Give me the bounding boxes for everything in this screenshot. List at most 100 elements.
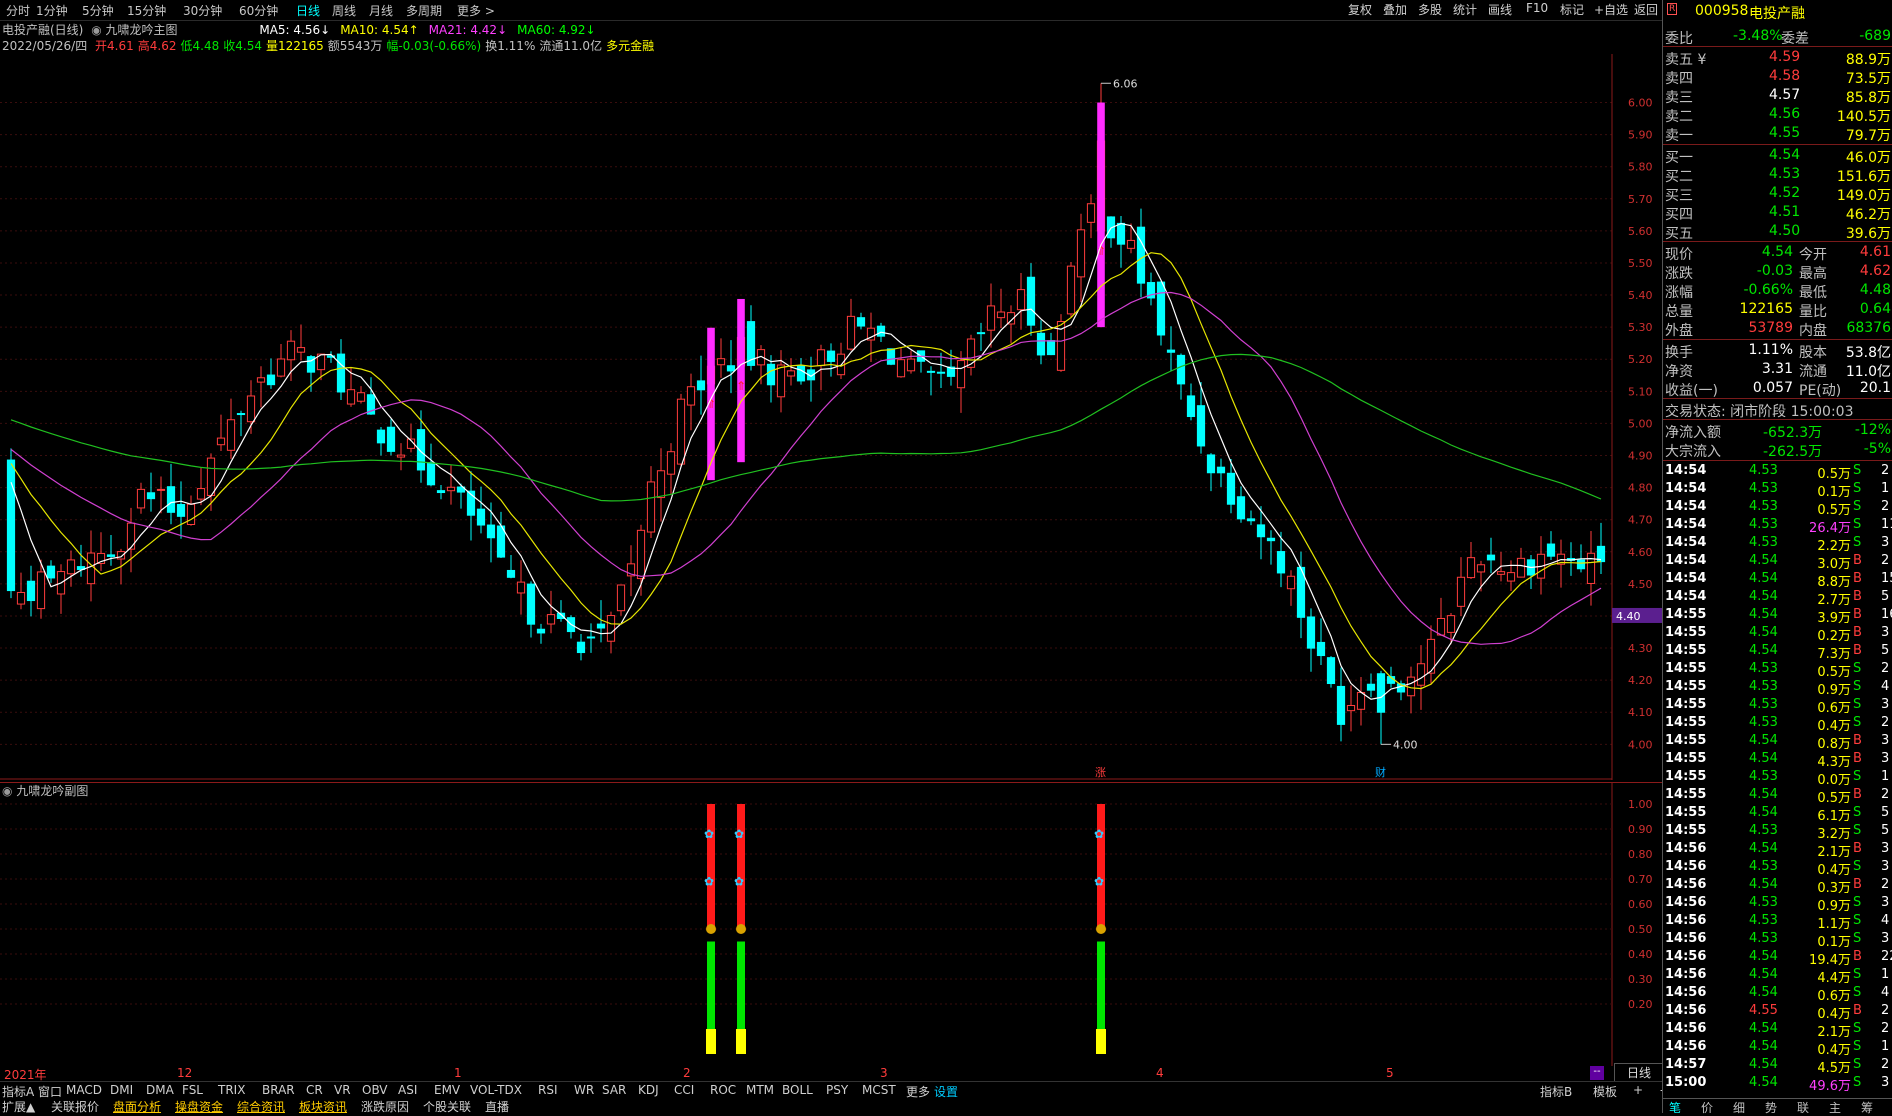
tick-side: S <box>1853 1039 1862 1054</box>
period-tab-30min[interactable]: 30分钟 <box>183 2 222 19</box>
info-link[interactable]: 个股关联 <box>423 1098 471 1115</box>
info-link[interactable]: 扩展▲ <box>2 1098 35 1115</box>
indicator-tab[interactable]: CCI <box>674 1083 694 1097</box>
signal-bar-red <box>1097 804 1105 929</box>
indicator-tab[interactable]: MCST <box>862 1083 896 1097</box>
tick-time: 14:56 <box>1665 931 1707 946</box>
indicator-tab[interactable]: WR <box>574 1083 594 1097</box>
panel-tab[interactable]: 筹 <box>1861 1099 1873 1116</box>
indicator-tab-right[interactable]: + <box>1633 1083 1643 1097</box>
info-link[interactable]: 板块资讯 <box>299 1098 347 1115</box>
tick-side: B <box>1853 607 1862 622</box>
candle-body <box>1176 354 1186 385</box>
quote-stat-row: 涨跌 -0.03 最高 4.62 <box>1663 262 1892 282</box>
sub-indicator-dropdown-icon[interactable]: ◉ <box>2 784 12 798</box>
indicator-tab[interactable]: EMV <box>434 1083 460 1097</box>
candle-body <box>1246 518 1256 522</box>
bid-price: 4.53 <box>1769 166 1801 182</box>
indicator-tab[interactable]: RSI <box>538 1083 558 1097</box>
indicator-tab[interactable]: VR <box>334 1083 351 1097</box>
period-tab-weekly[interactable]: 周线 <box>332 2 356 19</box>
multi-stock-button[interactable]: 多股 <box>1416 1 1444 18</box>
indicator-tab[interactable]: CR <box>306 1083 323 1097</box>
panel-tab[interactable]: 主 <box>1829 1099 1841 1116</box>
indicator-tab[interactable]: OBV <box>362 1083 388 1097</box>
indicator-tab[interactable]: ROC <box>710 1083 736 1097</box>
indicator-tab[interactable]: KDJ <box>638 1083 659 1097</box>
indicator-tab[interactable]: ASI <box>398 1083 417 1097</box>
sub-indicator-chart[interactable]: 1.00 0.90 0.80 0.70 0.60 0.50 0.40 0.30 0.20 ✿ ✿ ✿ ✿… <box>0 782 1662 1066</box>
candle-body <box>506 569 516 578</box>
candle-body <box>1516 557 1526 578</box>
info-link[interactable]: 直播 <box>485 1098 509 1115</box>
ask-label: 卖五 ¥ <box>1665 52 1707 68</box>
indicator-dropdown-icon[interactable]: ◉ <box>91 23 101 37</box>
indicator-tab[interactable]: MTM <box>746 1083 774 1097</box>
marker-zhang[interactable]: 涨 <box>1095 766 1106 779</box>
marker-cai[interactable]: 财 <box>1375 765 1386 779</box>
tick-price: 4.55 <box>1749 1003 1778 1018</box>
candle-body <box>666 451 676 475</box>
period-tab-5min[interactable]: 5分钟 <box>82 2 114 19</box>
price-tick: 5.60 <box>1628 225 1653 238</box>
period-tab-fenshi[interactable]: 分时 <box>6 2 30 19</box>
butterfly-icon: ✿ <box>734 875 744 889</box>
mark-button[interactable]: 标记 <box>1558 1 1586 18</box>
info-link[interactable]: 操盘资金 <box>175 1098 223 1115</box>
tick-time: 14:55 <box>1665 643 1707 658</box>
tick-time: 14:55 <box>1665 625 1707 640</box>
indicator-tab[interactable]: BRAR <box>262 1083 295 1097</box>
indicator-tab[interactable]: SAR <box>602 1083 626 1097</box>
draw-line-button[interactable]: 画线 <box>1486 1 1514 18</box>
panel-tab[interactable]: 联 <box>1797 1099 1809 1116</box>
tick-count: 1 <box>1881 967 1890 982</box>
period-tab-multi[interactable]: 多周期 <box>406 2 442 19</box>
stats-button[interactable]: 统计 <box>1451 1 1479 18</box>
tick-time: 14:54 <box>1665 553 1707 568</box>
indicator-tab[interactable]: BOLL <box>782 1083 813 1097</box>
indicator-tab[interactable]: PSY <box>826 1083 848 1097</box>
tick-price: 4.54 <box>1749 805 1778 820</box>
tick-time: 14:54 <box>1665 463 1707 478</box>
info-link[interactable]: 涨跌原因 <box>361 1098 409 1115</box>
price-tick: 5.20 <box>1628 353 1653 366</box>
indicator-name[interactable]: 九啸龙吟主图 <box>106 23 178 37</box>
panel-tab[interactable]: 细 <box>1733 1099 1745 1116</box>
candlestick-chart[interactable]: 6.00 5.90 5.80 5.70 5.60 5.50 5.40 5.30 5.20 5.10… <box>0 54 1662 780</box>
period-tab-60min[interactable]: 60分钟 <box>239 2 278 19</box>
overlay-button[interactable]: 叠加 <box>1381 1 1409 18</box>
candle-body <box>1066 265 1076 315</box>
adjust-button[interactable]: 复权 <box>1346 1 1374 18</box>
indicator-tab[interactable]: TRIX <box>218 1083 245 1097</box>
info-link[interactable]: 综合资讯 <box>237 1098 285 1115</box>
bid-volume: 39.6万 <box>1845 226 1891 242</box>
sub-indicator-name[interactable]: 九啸龙吟副图 <box>16 784 88 798</box>
period-tab-daily[interactable]: 日线 <box>296 2 320 19</box>
indicator-tab[interactable]: MACD <box>66 1083 102 1097</box>
period-tab-1min[interactable]: 1分钟 <box>36 2 68 19</box>
period-tab-15min[interactable]: 15分钟 <box>127 2 166 19</box>
indicator-tab[interactable]: DMA <box>146 1083 174 1097</box>
indicator-tab[interactable]: FSL <box>182 1083 203 1097</box>
info-link[interactable]: 盘面分析 <box>113 1098 161 1115</box>
tick-time: 14:56 <box>1665 841 1707 856</box>
scroll-end-marker[interactable]: -- <box>1590 1066 1604 1080</box>
period-corner-tab[interactable]: 日线 <box>1614 1063 1664 1083</box>
panel-tab[interactable]: 笔 <box>1669 1099 1681 1116</box>
stock-title: 电投产融(日线) <box>2 23 84 37</box>
candle-body <box>1486 554 1496 561</box>
panel-tab[interactable]: 价 <box>1701 1099 1713 1116</box>
back-button[interactable]: 返回 <box>1632 1 1660 18</box>
info-link[interactable]: 关联报价 <box>51 1098 99 1115</box>
f10-button[interactable]: F10 <box>1524 1 1550 15</box>
panel-tab[interactable]: 势 <box>1765 1099 1777 1116</box>
add-watchlist-button[interactable]: +自选 <box>1592 1 1630 18</box>
tick-row: 14:56 4.53 1.1万 S 4 <box>1663 912 1892 932</box>
period-tab-more[interactable]: 更多 > <box>457 2 495 19</box>
indicator-tab[interactable]: DMI <box>110 1083 133 1097</box>
candle-body <box>256 377 266 383</box>
indicator-tab[interactable]: VOL-TDX <box>470 1083 522 1097</box>
candle-body <box>1306 616 1316 649</box>
candle-body <box>636 529 646 580</box>
period-tab-monthly[interactable]: 月线 <box>369 2 393 19</box>
